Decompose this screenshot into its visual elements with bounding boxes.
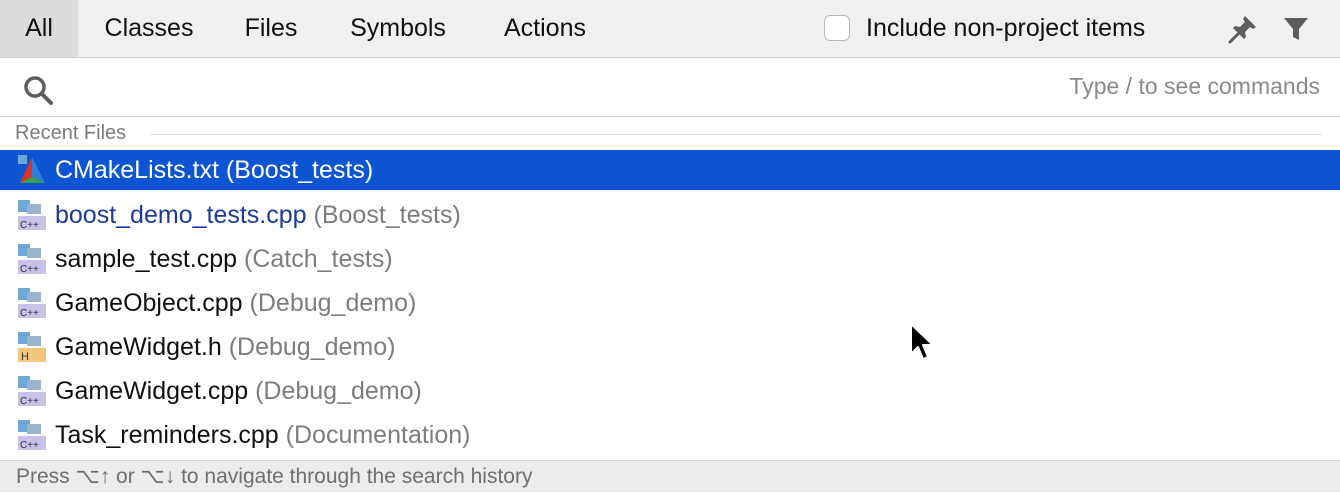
cpp-file-icon: C++ bbox=[18, 420, 46, 450]
pin-icon[interactable] bbox=[1227, 13, 1259, 45]
project-name: (Catch_tests) bbox=[244, 245, 393, 273]
file-name: GameWidget.cpp bbox=[55, 377, 249, 405]
svg-text:C++: C++ bbox=[20, 220, 39, 230]
file-name: Task_reminders.cpp bbox=[55, 421, 279, 449]
project-name: (Debug_demo) bbox=[249, 289, 417, 317]
project-name: (Debug_demo) bbox=[255, 377, 422, 405]
project-name: (Debug_demo) bbox=[228, 333, 396, 361]
filter-icon[interactable] bbox=[1280, 13, 1312, 45]
svg-text:C++: C++ bbox=[20, 264, 39, 274]
tab-classes[interactable]: Classes bbox=[78, 0, 220, 57]
list-item[interactable]: C++ Task_reminders.cpp (Documentation) bbox=[0, 414, 1340, 458]
include-non-project-label[interactable]: Include non-project items bbox=[866, 0, 1145, 57]
footer-hint: Press ⌥↑ or ⌥↓ to navigate through the s… bbox=[16, 465, 533, 488]
list-item[interactable]: C++ boost_demo_tests.cpp (Boost_tests) bbox=[0, 194, 1340, 238]
section-title: Recent Files bbox=[15, 122, 137, 145]
list-item[interactable]: H GameWidget.h (Debug_demo) bbox=[0, 326, 1340, 370]
tab-all[interactable]: All bbox=[0, 0, 78, 57]
scope-tab-bar: All Classes Files Symbols Actions Includ… bbox=[0, 0, 1340, 58]
project-name: (Documentation) bbox=[285, 421, 471, 449]
search-hint: Type / to see commands bbox=[1069, 73, 1320, 99]
status-footer: Press ⌥↑ or ⌥↓ to navigate through the s… bbox=[0, 460, 1340, 492]
cpp-file-icon: C++ bbox=[18, 376, 46, 406]
mouse-pointer-icon bbox=[910, 323, 934, 360]
tab-actions[interactable]: Actions bbox=[474, 0, 616, 57]
section-divider bbox=[150, 134, 1322, 135]
recent-files-list: CMakeLists.txt (Boost_tests) C++ boost_d… bbox=[0, 150, 1340, 458]
list-item[interactable]: C++ sample_test.cpp (Catch_tests) bbox=[0, 238, 1340, 282]
search-icon bbox=[24, 76, 53, 105]
svg-text:C++: C++ bbox=[20, 396, 39, 406]
file-name: GameObject.cpp bbox=[55, 289, 243, 317]
svg-text:C++: C++ bbox=[20, 440, 39, 450]
search-input[interactable] bbox=[70, 68, 1034, 108]
tab-files[interactable]: Files bbox=[220, 0, 322, 57]
project-name: (Boost_tests) bbox=[313, 201, 461, 229]
list-item[interactable]: C++ GameObject.cpp (Debug_demo) bbox=[0, 282, 1340, 326]
svg-text:C++: C++ bbox=[20, 308, 39, 318]
tab-symbols[interactable]: Symbols bbox=[322, 0, 474, 57]
file-name: boost_demo_tests.cpp bbox=[55, 201, 307, 229]
svg-text:H: H bbox=[21, 351, 29, 362]
header-file-icon: H bbox=[18, 332, 46, 362]
file-name: CMakeLists.txt bbox=[55, 156, 219, 184]
list-item-selected[interactable]: CMakeLists.txt (Boost_tests) bbox=[0, 150, 1340, 190]
list-item[interactable]: C++ GameWidget.cpp (Debug_demo) bbox=[0, 370, 1340, 414]
file-name: sample_test.cpp bbox=[55, 245, 238, 273]
cpp-file-icon: C++ bbox=[18, 288, 46, 318]
search-bar: Type / to see commands bbox=[0, 58, 1340, 117]
cmake-icon bbox=[18, 155, 45, 183]
include-non-project-checkbox[interactable] bbox=[824, 15, 850, 41]
cpp-file-icon: C++ bbox=[18, 200, 46, 230]
cpp-file-icon: C++ bbox=[18, 244, 46, 274]
recent-files-section: Recent Files bbox=[0, 118, 1340, 150]
file-name: GameWidget.h bbox=[55, 333, 222, 361]
project-name: (Boost_tests) bbox=[225, 156, 374, 184]
